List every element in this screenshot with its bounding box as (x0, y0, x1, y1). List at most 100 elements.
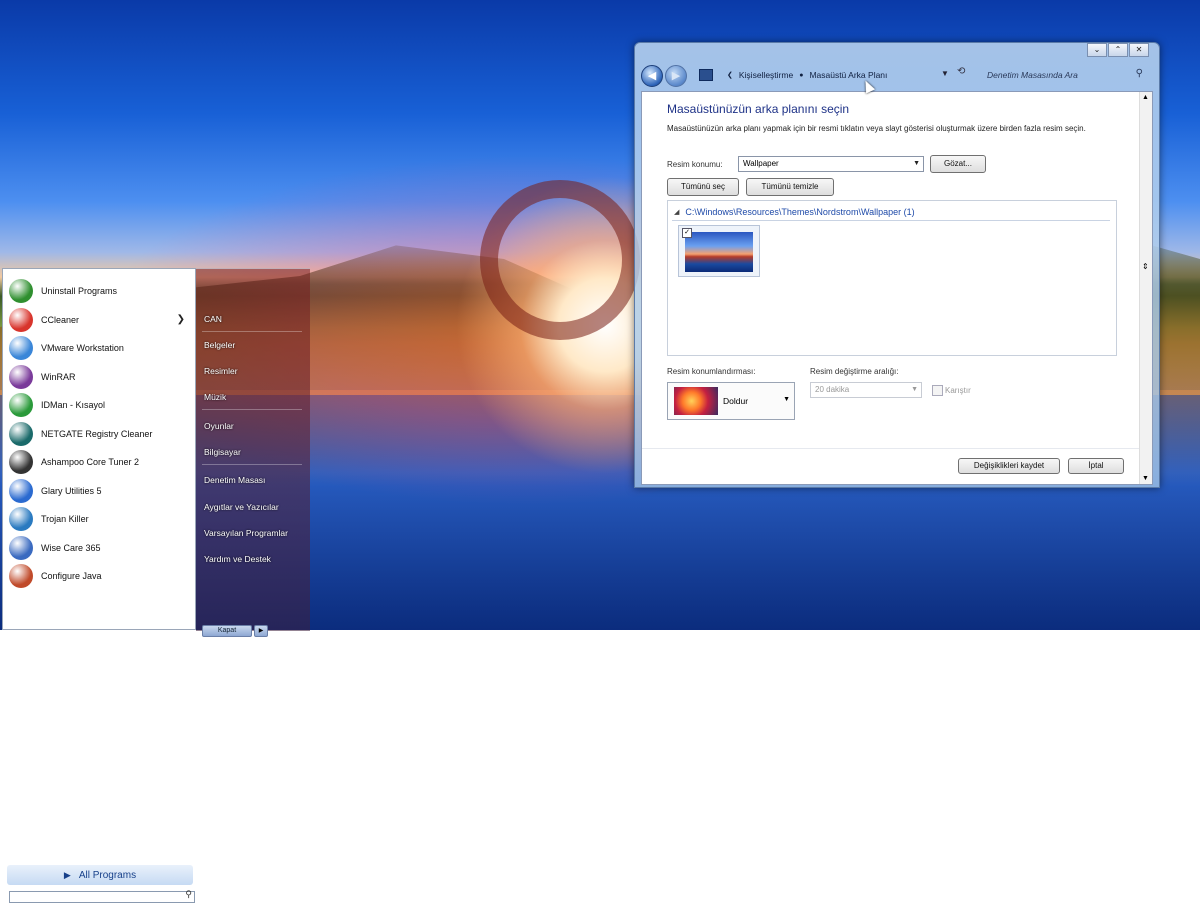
program-label: NETGATE Registry Cleaner (41, 428, 153, 439)
window-controls: ⌄ ⌃ ✕ (1086, 43, 1149, 57)
select-all-button[interactable]: Tümünü seç (667, 178, 739, 196)
idm-icon (9, 393, 33, 417)
folder-group-header[interactable]: ◢ C:\Windows\Resources\Themes\Nordstrom\… (674, 207, 915, 217)
start-menu-program-item[interactable]: Configure Java (9, 562, 191, 590)
content-pane: Masaüstünüzün arka planını seçin Masaüst… (641, 91, 1153, 485)
collapse-button[interactable]: ⌄ (1087, 43, 1107, 57)
scroll-grip-icon[interactable]: ⇕ (1142, 262, 1149, 271)
chevron-down-icon[interactable]: ▼ (941, 69, 949, 78)
vmware-icon (9, 336, 33, 360)
start-menu-link[interactable]: Bilgisayar (204, 447, 304, 457)
location-value: Wallpaper (743, 159, 779, 168)
dropdown-arrow-icon: ▼ (911, 386, 918, 393)
program-label: Wise Care 365 (41, 542, 101, 553)
shuffle-checkbox[interactable] (932, 385, 943, 396)
breadcrumb: ❮ Kişiselleştirme ● Masaüstü Arka Planı (699, 67, 929, 83)
interval-value: 20 dakika (815, 385, 850, 394)
start-menu-link[interactable]: CAN (204, 314, 304, 324)
program-label: Glary Utilities 5 (41, 485, 102, 496)
start-menu-separator (202, 409, 302, 410)
save-changes-button[interactable]: Değişiklikleri kaydet (958, 458, 1060, 474)
start-menu-separator (202, 464, 302, 465)
start-menu-program-item[interactable]: WinRAR (9, 363, 191, 391)
program-label: Ashampoo Core Tuner 2 (41, 457, 140, 467)
program-label: IDMan - Kısayol (41, 400, 106, 410)
program-label: Uninstall Programs (41, 286, 118, 296)
control-panel-search-input[interactable]: Denetim Masasında Ara ⚲ (979, 66, 1147, 84)
start-menu-link[interactable]: Belgeler (204, 340, 304, 350)
start-menu-program-item[interactable]: IDMan - Kısayol (9, 391, 191, 419)
all-programs-label: All Programs (78, 869, 137, 881)
interval-label: Resim değiştirme aralığı: (810, 367, 899, 376)
winrar-icon (9, 364, 33, 389)
start-menu-link[interactable]: Müzik (204, 392, 304, 402)
refresh-icon[interactable]: ⟲ (957, 66, 965, 77)
cancel-button[interactable]: İptal (1068, 458, 1124, 474)
interval-select[interactable]: 20 dakika ▼ (810, 382, 922, 398)
wallpaper-gallery: ◢ C:\Windows\Resources\Themes\Nordstrom\… (667, 200, 1117, 356)
group-divider (672, 220, 1110, 221)
start-menu-link[interactable]: Aygıtlar ve Yazıcılar (204, 502, 304, 512)
shutdown-button[interactable]: Kapat (202, 625, 252, 637)
navigation-bar: ◀ ▶ ❮ Kişiselleştirme ● Masaüstü Arka Pl… (641, 63, 1151, 87)
start-menu-link[interactable]: Denetim Masası (204, 475, 304, 485)
start-menu-separator (202, 331, 302, 332)
scroll-up-icon[interactable]: ▲ (1142, 94, 1149, 101)
start-menu-link[interactable]: Oyunlar (204, 421, 304, 431)
java-icon (9, 564, 33, 588)
positioning-label: Resim konumlandırması: (667, 367, 756, 376)
start-menu-program-item[interactable]: VMware Workstation (9, 334, 191, 362)
forward-button[interactable]: ▶ (665, 65, 687, 87)
start-menu-link[interactable]: Varsayılan Programlar (204, 528, 304, 538)
start-menu-program-item[interactable]: Ashampoo Core Tuner 2 (9, 448, 191, 476)
shutdown-options-button[interactable]: ▶ (254, 625, 268, 637)
location-select[interactable]: Wallpaper ▼ (738, 156, 924, 172)
scroll-down-icon[interactable]: ▼ (1142, 475, 1149, 482)
back-button[interactable]: ◀ (641, 65, 663, 87)
program-label: Trojan Killer (41, 514, 89, 524)
start-menu-program-item[interactable]: Trojan Killer (9, 505, 191, 533)
browse-button[interactable]: Gözat... (930, 155, 986, 173)
page-description: Masaüstünüzün arka planı yapmak için bir… (667, 124, 1086, 133)
thumbnail-image (685, 232, 753, 272)
search-placeholder: Denetim Masasında Ara (987, 70, 1078, 80)
maximize-button[interactable]: ⌃ (1108, 43, 1128, 57)
footer-divider (642, 448, 1142, 449)
page-title: Masaüstünüzün arka planını seçin (667, 102, 850, 116)
wallpaper-ring (480, 180, 640, 340)
chevron-left-icon: ❮ (727, 72, 733, 79)
wise-care-icon (9, 535, 33, 560)
control-panel-window: ⌄ ⌃ ✕ ◀ ▶ ❮ Kişiselleştirme ● Masaüstü A… (634, 42, 1160, 488)
start-menu-program-item[interactable]: Wise Care 365 (9, 534, 191, 562)
thumbnail-checkbox[interactable]: ✓ (682, 228, 692, 238)
start-menu-programs-panel: Uninstall Programs CCleaner ❯ VMware Workst… (2, 268, 196, 903)
program-label: WinRAR (41, 371, 76, 382)
ccleaner-icon (9, 307, 33, 332)
breadcrumb-item-desktop-background[interactable]: Masaüstü Arka Planı (809, 70, 887, 80)
start-menu-link[interactable]: Resimler (204, 366, 304, 376)
vertical-scrollbar[interactable]: ▲ ⇕ ▼ (1139, 92, 1152, 484)
netgate-icon (9, 421, 33, 446)
start-menu-program-item[interactable]: Glary Utilities 5 (9, 477, 191, 505)
search-icon: ⚲ (185, 889, 192, 899)
breadcrumb-item-personalization[interactable]: Kişiselleştirme (739, 70, 793, 80)
start-menu-link[interactable]: Yardım ve Destek (204, 554, 304, 564)
positioning-select[interactable]: Doldur ▼ (667, 382, 795, 420)
all-programs-button[interactable]: ▶ All Programs (7, 865, 193, 885)
close-button[interactable]: ✕ (1129, 43, 1149, 57)
uninstall-icon (9, 279, 33, 303)
start-menu-program-item[interactable]: CCleaner ❯ (9, 306, 191, 334)
program-label: CCleaner (41, 314, 80, 325)
collapse-triangle-icon: ◢ (674, 209, 680, 216)
glary-icon (9, 478, 33, 503)
program-label: Configure Java (41, 571, 102, 581)
start-search-input[interactable]: ⚲ (9, 889, 195, 903)
search-icon: ⚲ (1135, 68, 1143, 79)
start-menu-program-item[interactable]: Uninstall Programs (9, 277, 191, 305)
wallpaper-thumbnail[interactable]: ✓ (678, 225, 760, 277)
clear-all-button[interactable]: Tümünü temizle (746, 178, 834, 196)
positioning-preview-image (674, 387, 718, 415)
submenu-arrow-icon: ❯ (176, 313, 185, 325)
start-menu-program-item[interactable]: NETGATE Registry Cleaner (9, 420, 191, 448)
bullet-icon: ● (799, 71, 804, 79)
